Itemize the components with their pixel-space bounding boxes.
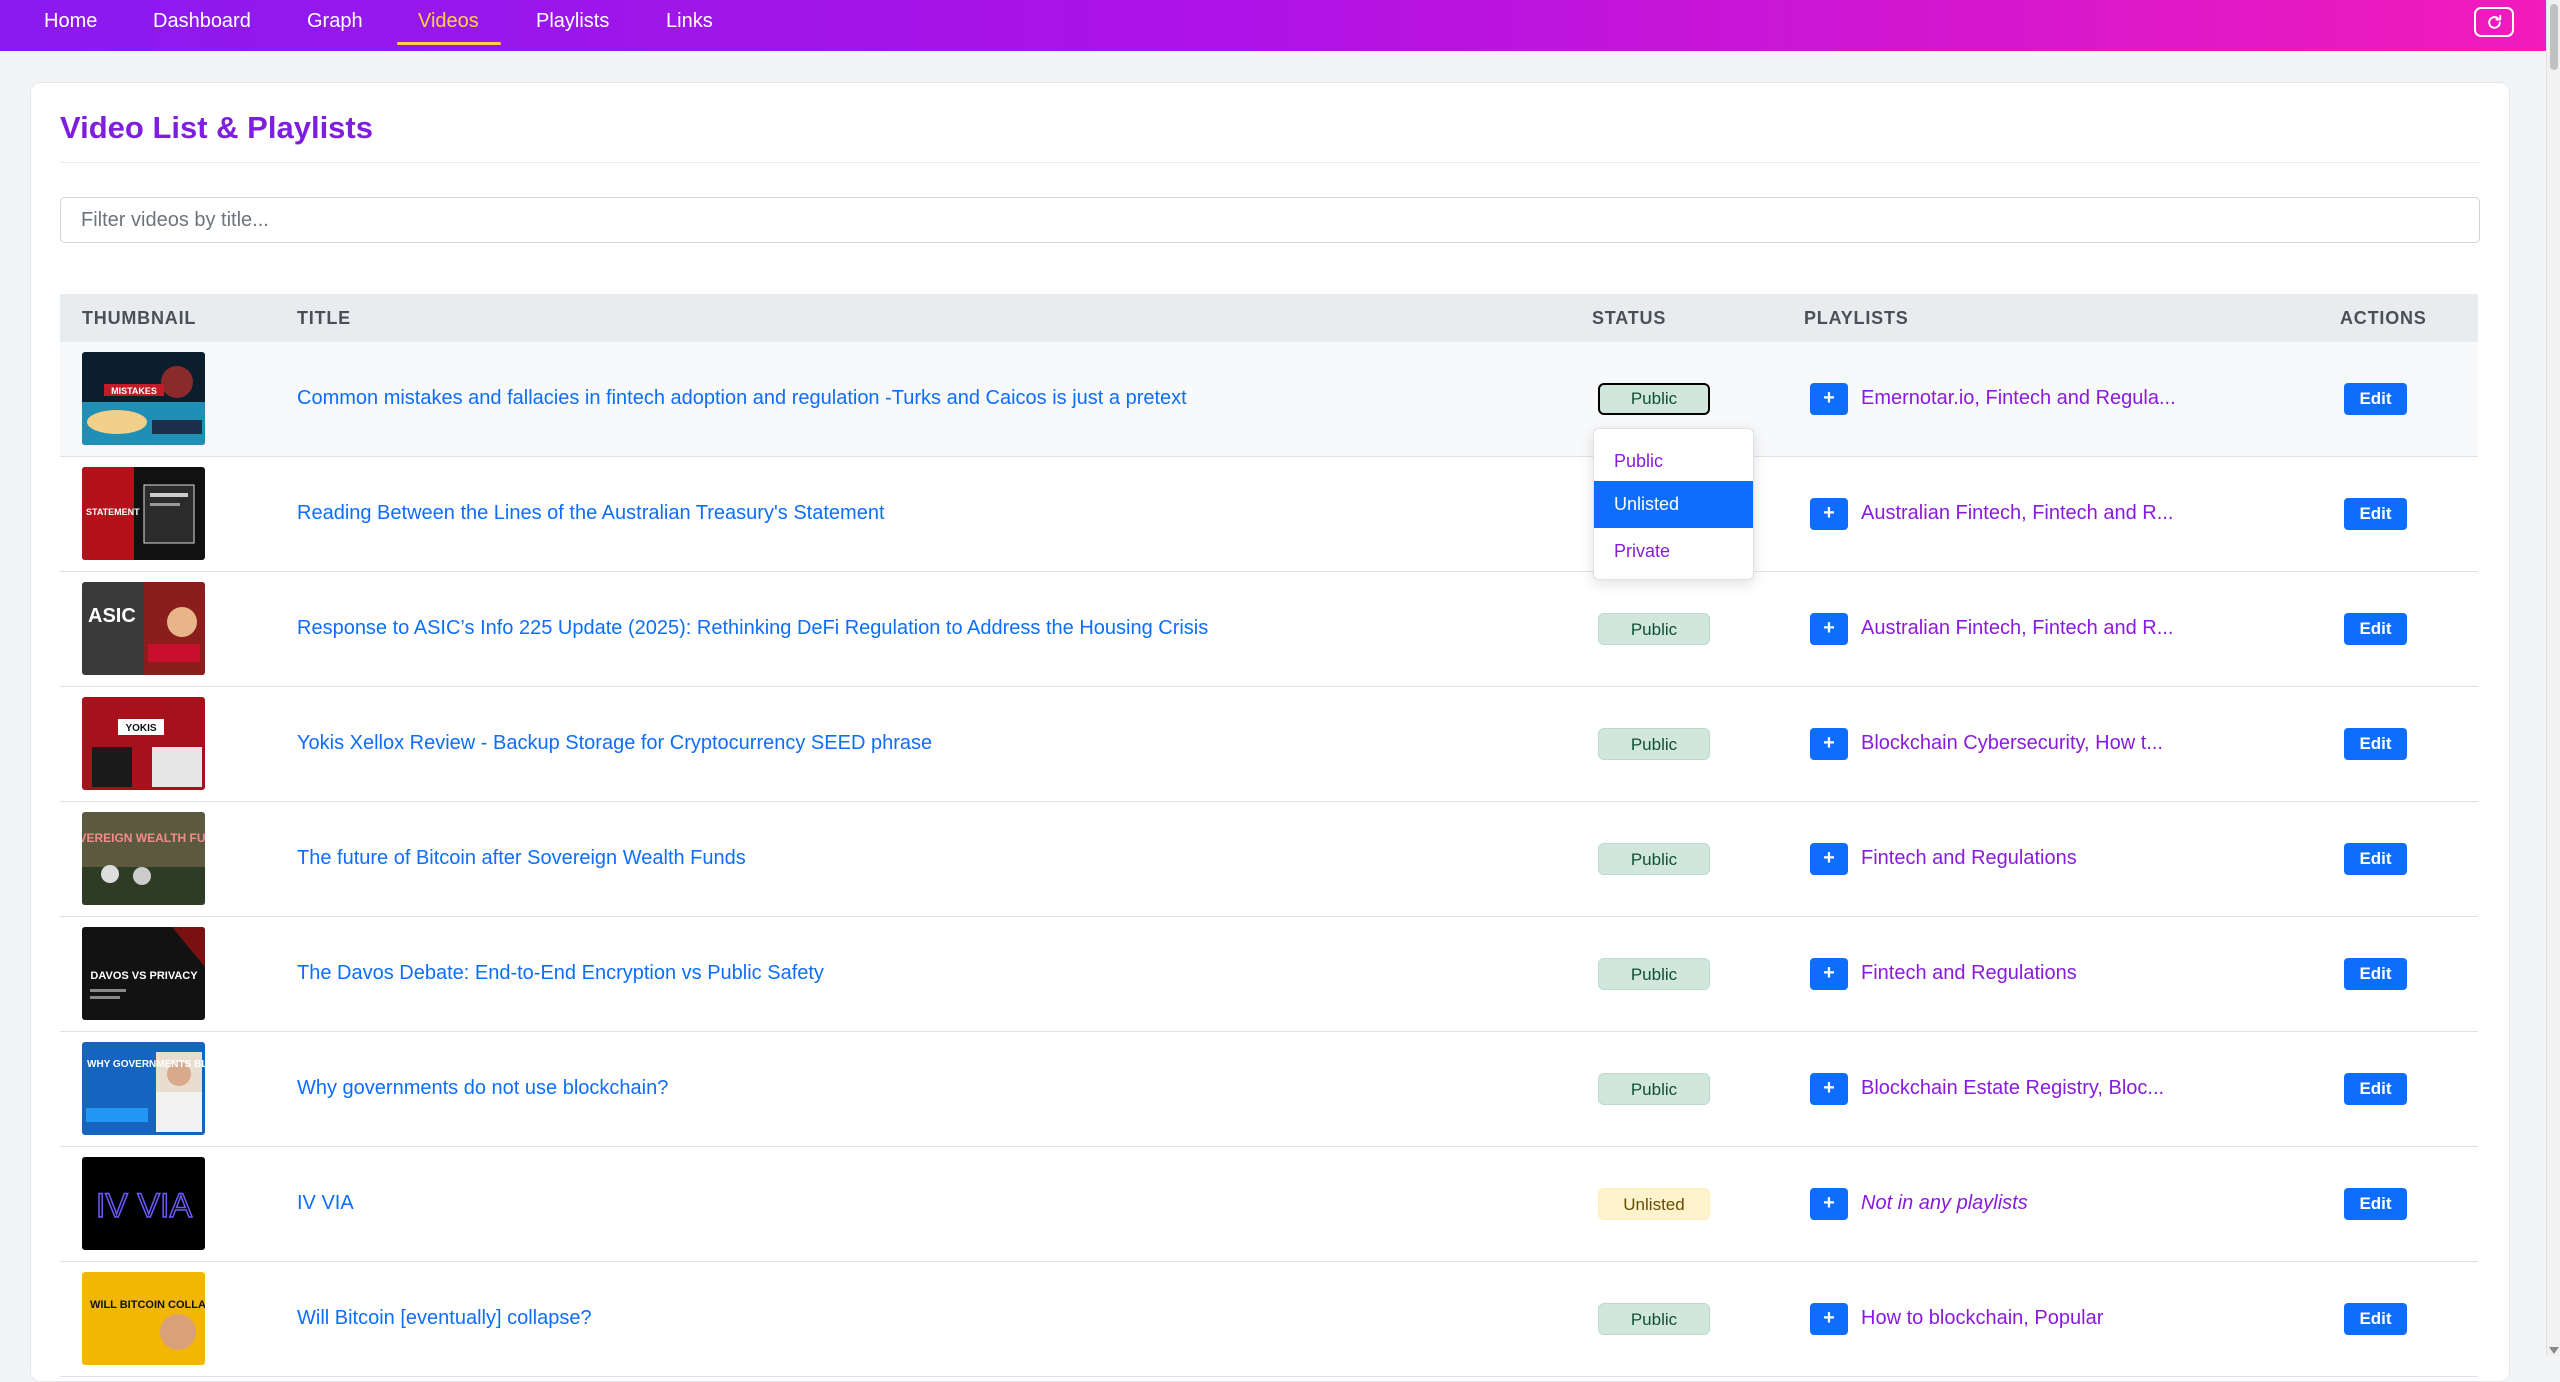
add-to-playlist-button[interactable]: +	[1810, 1073, 1848, 1105]
playlist-names[interactable]: Blockchain Estate Registry, Bloc...	[1861, 1032, 2164, 1145]
page-title: Video List & Playlists	[60, 110, 373, 145]
video-thumbnail[interactable]: WHY GOVERNMENTS BLOCKCHAIN	[82, 1042, 205, 1135]
nav-videos[interactable]: Videos	[418, 0, 479, 45]
video-title-link[interactable]: Why governments do not use blockchain?	[297, 1032, 668, 1145]
video-thumbnail[interactable]: ASIC	[82, 582, 205, 675]
video-title-link[interactable]: Yokis Xellox Review - Backup Storage for…	[297, 687, 932, 800]
video-title-link[interactable]: IV VIA	[297, 1147, 354, 1260]
page-scrollbar[interactable]	[2546, 0, 2560, 1356]
edit-button[interactable]: Edit	[2344, 383, 2407, 415]
status-badge[interactable]: Public	[1598, 958, 1710, 990]
edit-button[interactable]: Edit	[2344, 1188, 2407, 1220]
table-row: DAVOS VS PRIVACY The Davos Debate: End-t…	[60, 917, 2478, 1032]
video-thumbnail[interactable]: STATEMENT	[82, 467, 205, 560]
status-badge[interactable]: Public	[1598, 728, 1710, 760]
status-badge[interactable]: Public	[1598, 1303, 1710, 1335]
add-to-playlist-button[interactable]: +	[1810, 728, 1848, 760]
status-option-public[interactable]: Public	[1594, 438, 1753, 485]
top-navbar: Home Dashboard Graph Videos Playlists Li…	[0, 0, 2546, 51]
thumbnail-caption: WHY GOVERNMENTS BLOCKCHAIN	[87, 1059, 205, 1070]
title-divider	[60, 162, 2480, 163]
filter-videos-input[interactable]	[60, 197, 2480, 243]
video-thumbnail[interactable]: YOKIS	[82, 697, 205, 790]
thumbnail-caption: IV VIA	[96, 1187, 193, 1225]
video-title-link[interactable]: The Davos Debate: End-to-End Encryption …	[297, 917, 824, 1030]
add-to-playlist-button[interactable]: +	[1810, 613, 1848, 645]
thumbnail-caption: STATEMENT	[86, 507, 140, 517]
playlist-names[interactable]: Blockchain Cybersecurity, How t...	[1861, 687, 2163, 800]
video-title-link[interactable]: Will Bitcoin [eventually] collapse?	[297, 1262, 592, 1375]
status-badge[interactable]: Public	[1598, 383, 1710, 415]
header-status: STATUS	[1592, 308, 1667, 328]
scrollbar-thumb[interactable]	[2550, 4, 2558, 70]
status-badge[interactable]: Public	[1598, 1073, 1710, 1105]
nav-dashboard[interactable]: Dashboard	[153, 0, 251, 45]
video-thumbnail[interactable]: SOVEREIGN WEALTH FUND	[82, 812, 205, 905]
table-row: ASIC Response to ASIC’s Info 225 Update …	[60, 572, 2478, 687]
playlist-names[interactable]: Australian Fintech, Fintech and R...	[1861, 572, 2173, 685]
playlist-names: Not in any playlists	[1861, 1192, 2028, 1214]
video-title-link[interactable]: Common mistakes and fallacies in fintech…	[297, 342, 1187, 455]
refresh-icon	[2488, 14, 2502, 29]
thumbnail-caption: DAVOS VS PRIVACY	[90, 970, 198, 982]
thumbnail-caption: ASIC	[88, 605, 136, 627]
thumbnail-caption: SOVEREIGN WEALTH FUND	[82, 831, 205, 845]
thumbnail-caption: MISTAKES	[111, 386, 157, 396]
status-dropdown-menu: Public Unlisted Private	[1593, 428, 1754, 580]
status-badge[interactable]: Public	[1598, 843, 1710, 875]
nav-playlists[interactable]: Playlists	[536, 0, 609, 45]
playlist-names[interactable]: Emernotar.io, Fintech and Regula...	[1861, 342, 2176, 455]
refresh-button[interactable]	[2474, 7, 2514, 37]
video-title-link[interactable]: Reading Between the Lines of the Austral…	[297, 457, 885, 570]
status-option-private[interactable]: Private	[1594, 528, 1753, 575]
nav-home[interactable]: Home	[44, 0, 97, 45]
edit-button[interactable]: Edit	[2344, 498, 2407, 530]
thumbnail-caption: YOKIS	[125, 723, 156, 734]
add-to-playlist-button[interactable]: +	[1810, 958, 1848, 990]
edit-button[interactable]: Edit	[2344, 843, 2407, 875]
table-row: IV VIA IV VIA Unlisted + Not in any play…	[60, 1147, 2478, 1262]
status-badge[interactable]: Public	[1598, 613, 1710, 645]
header-actions: ACTIONS	[2340, 308, 2427, 328]
edit-button[interactable]: Edit	[2344, 1073, 2407, 1105]
nav-active-indicator	[397, 42, 501, 45]
status-option-unlisted[interactable]: Unlisted	[1594, 481, 1753, 528]
nav-graph[interactable]: Graph	[307, 0, 363, 45]
edit-button[interactable]: Edit	[2344, 728, 2407, 760]
add-to-playlist-button[interactable]: +	[1810, 1303, 1848, 1335]
table-row: WHY GOVERNMENTS BLOCKCHAIN Why governmen…	[60, 1032, 2478, 1147]
video-thumbnail[interactable]: DAVOS VS PRIVACY	[82, 927, 205, 1020]
scroll-down-arrow-icon[interactable]	[2549, 1347, 2559, 1354]
playlist-names[interactable]: Australian Fintech, Fintech and R...	[1861, 457, 2173, 570]
header-thumbnail: THUMBNAIL	[82, 308, 197, 328]
table-row: SOVEREIGN WEALTH FUND The future of Bitc…	[60, 802, 2478, 917]
playlist-names[interactable]: How to blockchain, Popular	[1861, 1262, 2103, 1375]
header-playlists: PLAYLISTS	[1804, 308, 1909, 328]
table-row: MISTAKES Common mistakes and fallacies i…	[60, 342, 2478, 457]
edit-button[interactable]: Edit	[2344, 613, 2407, 645]
table-row: YOKIS Yokis Xellox Review - Backup Stora…	[60, 687, 2478, 802]
edit-button[interactable]: Edit	[2344, 1303, 2407, 1335]
video-title-link[interactable]: The future of Bitcoin after Sovereign We…	[297, 802, 746, 915]
table-row: STATEMENT Reading Between the Lines of t…	[60, 457, 2478, 572]
playlist-names[interactable]: Fintech and Regulations	[1861, 917, 2077, 1030]
nav-links[interactable]: Links	[666, 0, 713, 45]
add-to-playlist-button[interactable]: +	[1810, 1188, 1848, 1220]
edit-button[interactable]: Edit	[2344, 958, 2407, 990]
thumbnail-caption: WILL BITCOIN COLLAPSE?	[90, 1299, 205, 1311]
table-header: THUMBNAIL TITLE STATUS PLAYLISTS ACTIONS	[60, 294, 2478, 342]
playlist-names[interactable]: Fintech and Regulations	[1861, 802, 2077, 915]
table-row: WILL BITCOIN COLLAPSE? Will Bitcoin [eve…	[60, 1262, 2478, 1377]
add-to-playlist-button[interactable]: +	[1810, 383, 1848, 415]
video-thumbnail[interactable]: WILL BITCOIN COLLAPSE?	[82, 1272, 205, 1365]
header-title: TITLE	[297, 308, 351, 328]
add-to-playlist-button[interactable]: +	[1810, 843, 1848, 875]
video-thumbnail[interactable]: MISTAKES	[82, 352, 205, 445]
add-to-playlist-button[interactable]: +	[1810, 498, 1848, 530]
video-title-link[interactable]: Response to ASIC’s Info 225 Update (2025…	[297, 572, 1208, 685]
status-badge[interactable]: Unlisted	[1598, 1188, 1710, 1220]
video-thumbnail[interactable]: IV VIA	[82, 1157, 205, 1250]
